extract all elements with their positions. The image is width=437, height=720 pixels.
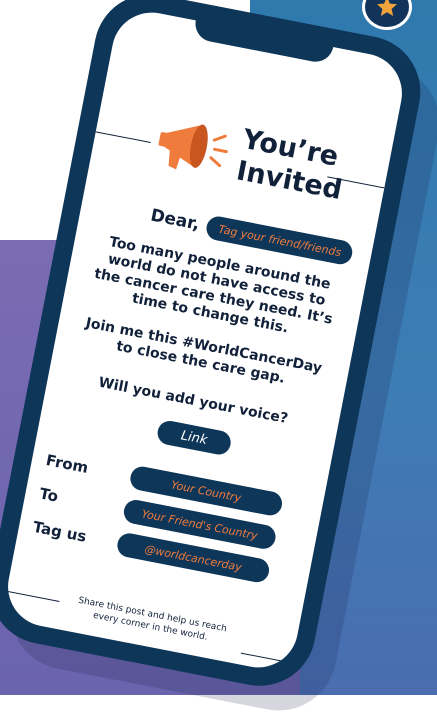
invite-heading: You’re Invited — [234, 124, 384, 214]
footer-note: Share this post and help us reach every … — [77, 595, 228, 643]
star-icon — [377, 0, 397, 16]
megaphone-icon — [158, 124, 228, 170]
greeting-label: Dear, — [148, 205, 202, 235]
to-label: To — [37, 484, 60, 506]
footer-divider-right — [240, 652, 293, 664]
footer-divider-left — [6, 590, 60, 603]
link-button[interactable]: Link — [155, 418, 233, 457]
from-label: From — [44, 451, 90, 477]
tag-us-label: Tag us — [31, 517, 88, 546]
divider-left — [95, 131, 151, 143]
